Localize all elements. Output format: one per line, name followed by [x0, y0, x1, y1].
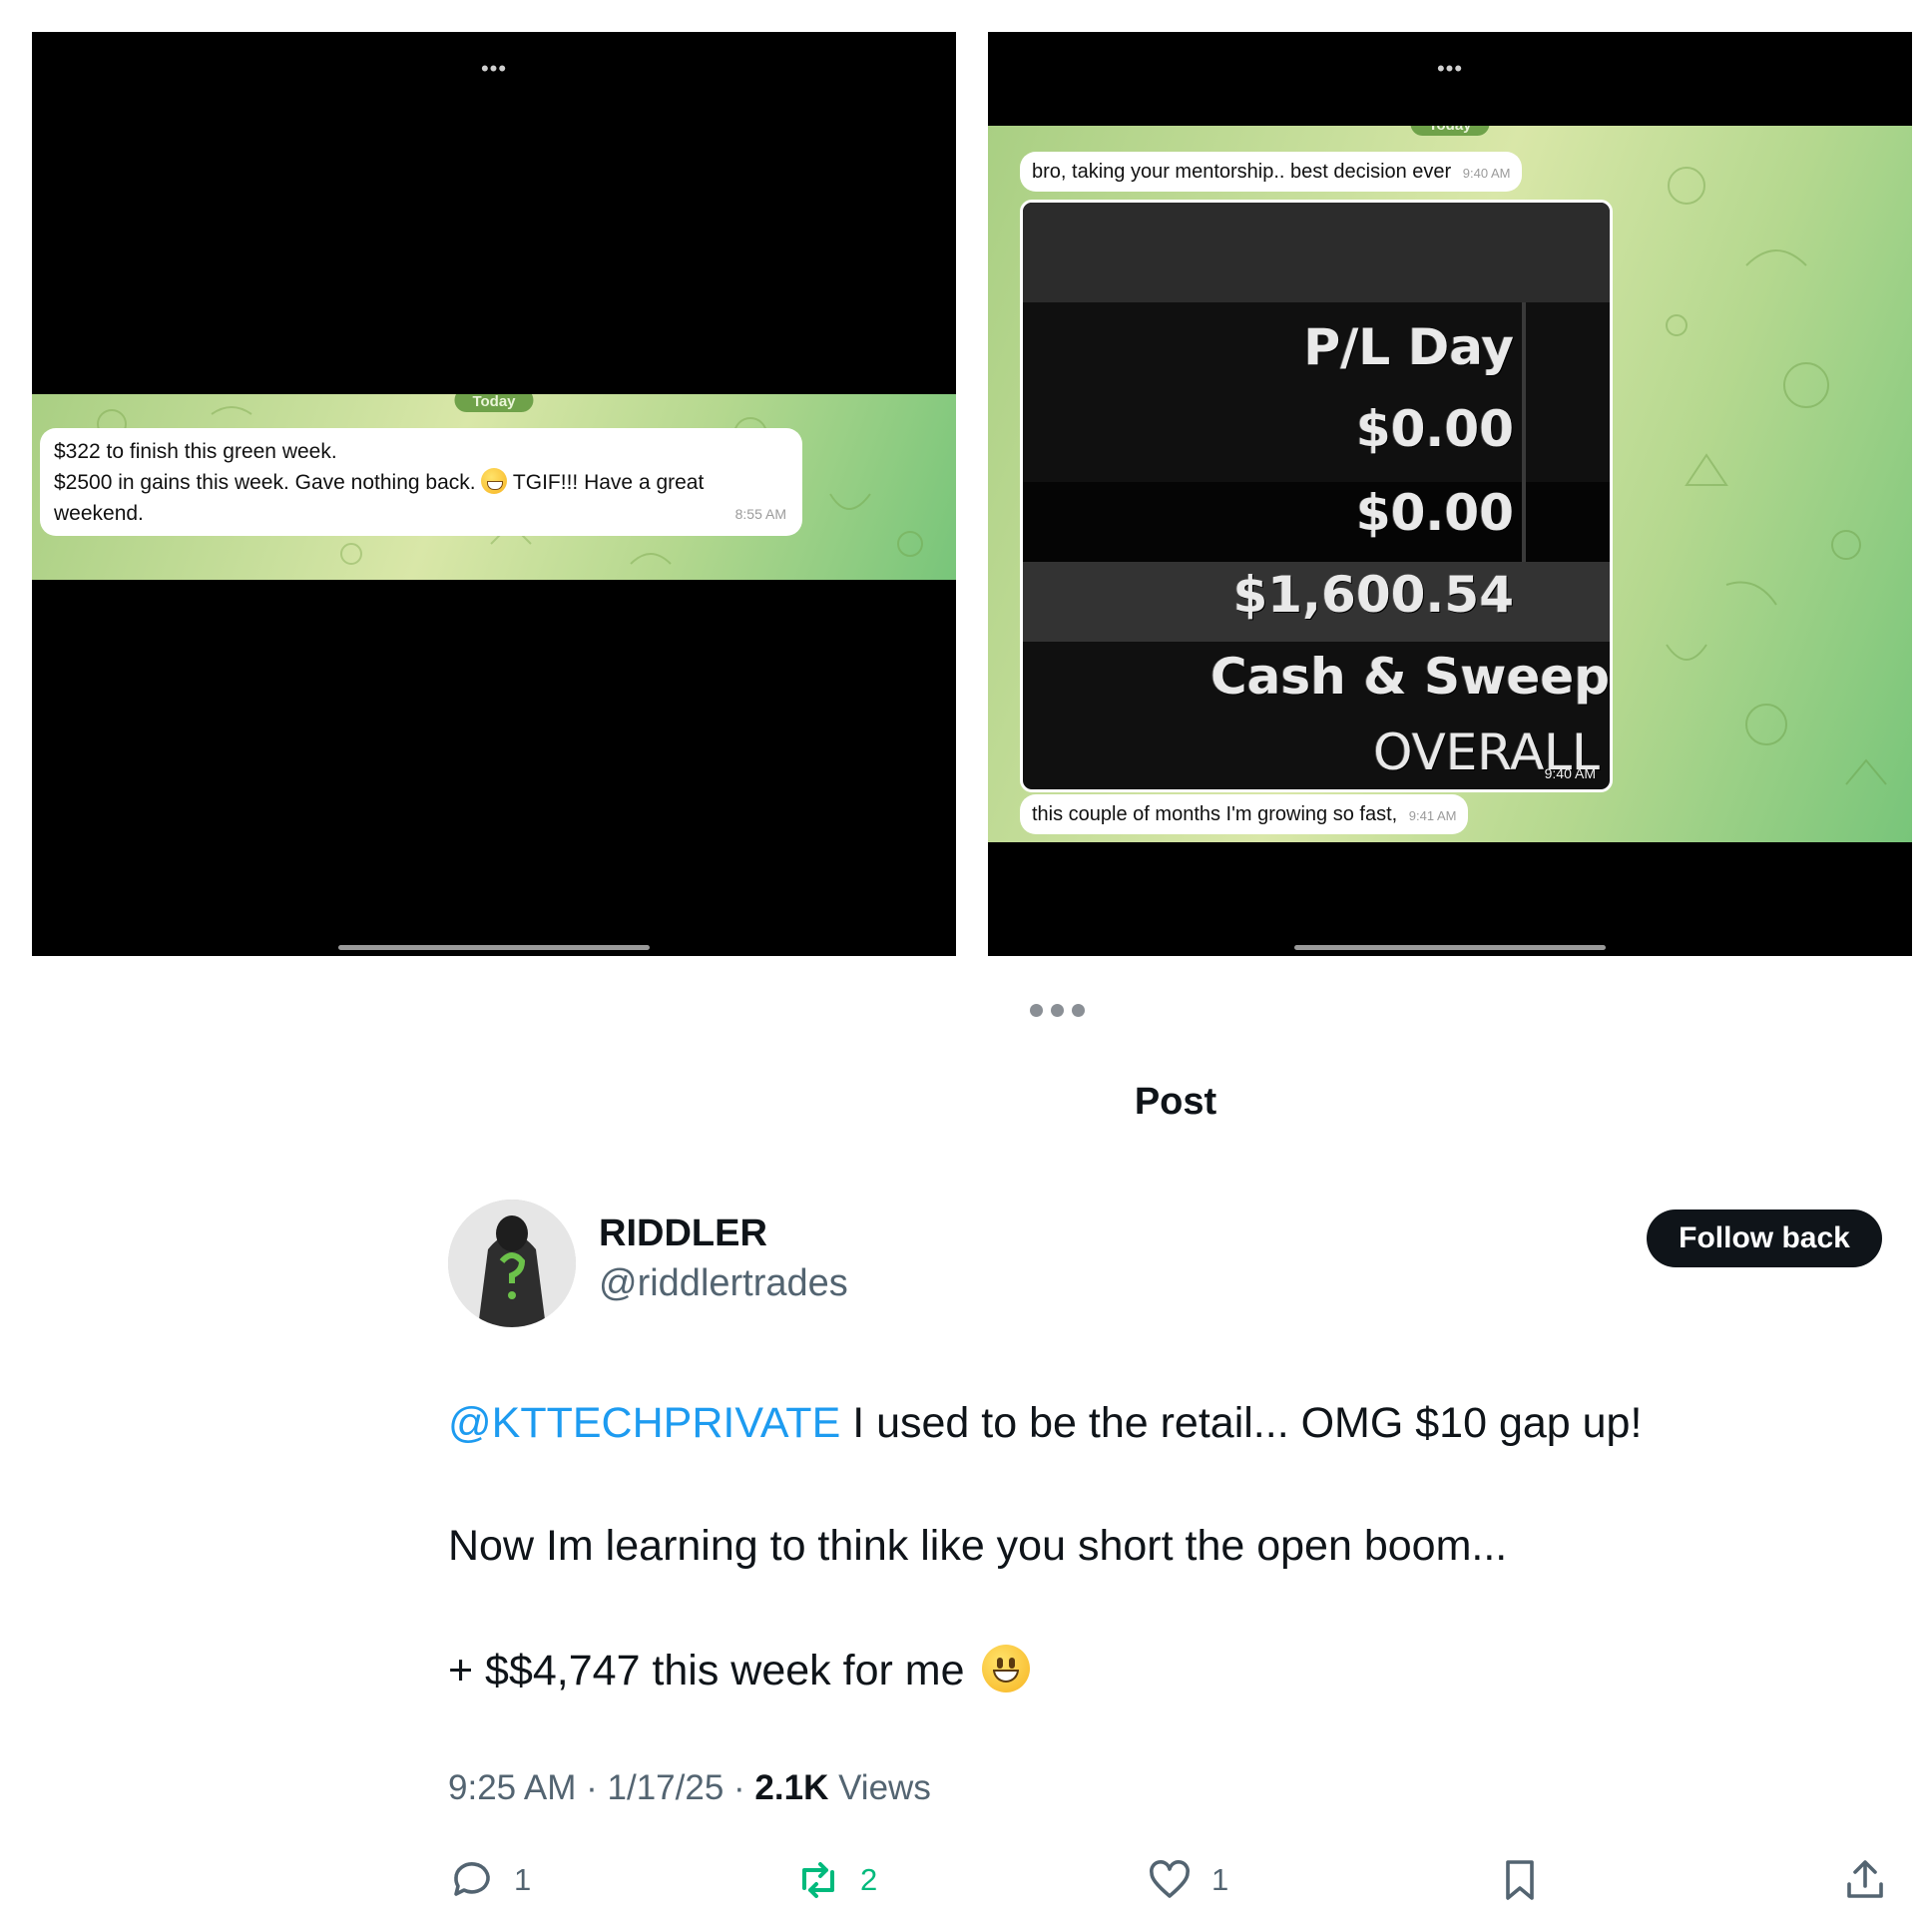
- chat-background: Today bro, taking your mentorship.. best…: [988, 126, 1912, 842]
- message-time: 8:55 AM: [734, 506, 786, 522]
- home-indicator: [1294, 945, 1606, 950]
- reply-button[interactable]: 1: [448, 1856, 531, 1904]
- pl-value: $0.00: [1355, 484, 1514, 542]
- pl-header: P/L Day: [1303, 318, 1514, 376]
- bookmark-icon: [1506, 1860, 1534, 1900]
- pl-label: Cash & Sweep: [1209, 648, 1610, 706]
- repost-button[interactable]: 2: [794, 1856, 877, 1904]
- post-text-line: @KTTECHPRIVATE I used to be the retail..…: [448, 1399, 1642, 1448]
- pl-label: OVERALL: [1373, 724, 1600, 781]
- share-button[interactable]: [1841, 1856, 1889, 1904]
- date-pill: Today: [454, 394, 534, 412]
- right-chat-screenshot: ••• Today bro, taking your mentorship.. …: [988, 32, 1912, 956]
- riddler-avatar-icon: [448, 1200, 576, 1327]
- post-text: I used to be the retail... OMG $10 gap u…: [840, 1399, 1643, 1447]
- mention-link[interactable]: @KTTECHPRIVATE: [448, 1399, 840, 1447]
- message-text: this couple of months I'm growing so fas…: [1032, 803, 1398, 825]
- post-meta: 9:25 AM · 1/17/25 · 2.1K Views: [448, 1768, 931, 1807]
- pl-value: $1,600.54: [1232, 566, 1514, 624]
- bookmark-button[interactable]: [1496, 1856, 1544, 1904]
- date-pill: Today: [1410, 126, 1490, 136]
- more-options-icon[interactable]: [1030, 1002, 1090, 1018]
- chat-message: this couple of months I'm growing so fas…: [1020, 794, 1469, 834]
- message-text: bro, taking your mentorship.. best decis…: [1032, 161, 1452, 183]
- views-count: 2.1K: [754, 1768, 829, 1807]
- like-button[interactable]: 1: [1146, 1856, 1228, 1904]
- follow-back-button[interactable]: Follow back: [1647, 1209, 1882, 1267]
- left-chat-screenshot: ••• Today $322 to finish this green week…: [32, 32, 956, 956]
- message-line: weekend.: [54, 502, 144, 525]
- message-text: TGIF!!! Have a great: [512, 471, 705, 494]
- repost-count: 2: [860, 1862, 878, 1897]
- post-text-line: + $$4,747 this week for me: [448, 1645, 1031, 1695]
- message-line: $2500 in gains this week. Gave nothing b…: [54, 467, 788, 498]
- like-count: 1: [1211, 1862, 1229, 1897]
- page-title: Post: [1134, 1081, 1217, 1123]
- chat-message: bro, taking your mentorship.. best decis…: [1020, 152, 1523, 192]
- message-text: $2500 in gains this week. Gave nothing b…: [54, 471, 476, 494]
- image-time: 9:40 AM: [1544, 765, 1596, 781]
- message-time: 9:40 AM: [1462, 166, 1511, 181]
- reply-icon: [454, 1862, 490, 1896]
- post-date: 1/17/25: [607, 1768, 724, 1807]
- message-time: 9:41 AM: [1408, 808, 1457, 823]
- views-label: Views: [828, 1768, 931, 1807]
- post-time: 9:25 AM: [448, 1768, 577, 1807]
- chat-background: Today $322 to finish this green week. $2…: [32, 394, 956, 580]
- more-dots-icon: •••: [1436, 56, 1464, 81]
- pl-value: $0.00: [1355, 400, 1514, 458]
- grin-emoji-icon: [481, 468, 508, 494]
- share-icon: [1847, 1860, 1883, 1898]
- message-line: $322 to finish this green week.: [54, 440, 337, 463]
- home-indicator: [338, 945, 650, 950]
- post-text-line: Now Im learning to think like you short …: [448, 1522, 1508, 1570]
- author-handle[interactable]: @riddlertrades: [599, 1262, 848, 1305]
- heart-icon: [1149, 1859, 1191, 1898]
- repost-icon: [802, 1862, 834, 1898]
- reply-count: 1: [514, 1862, 532, 1897]
- more-dots-icon: •••: [480, 56, 508, 81]
- smiley-emoji-icon: [982, 1645, 1031, 1692]
- chat-message: $322 to finish this green week. $2500 in…: [40, 428, 802, 536]
- author-name[interactable]: RIDDLER: [599, 1212, 767, 1255]
- pl-screenshot-image: P/L Day $0.00 $0.00 $1,600.54 Cash & Swe…: [1020, 200, 1613, 792]
- post-text: + $$4,747 this week for me: [448, 1647, 965, 1694]
- avatar[interactable]: [448, 1200, 576, 1327]
